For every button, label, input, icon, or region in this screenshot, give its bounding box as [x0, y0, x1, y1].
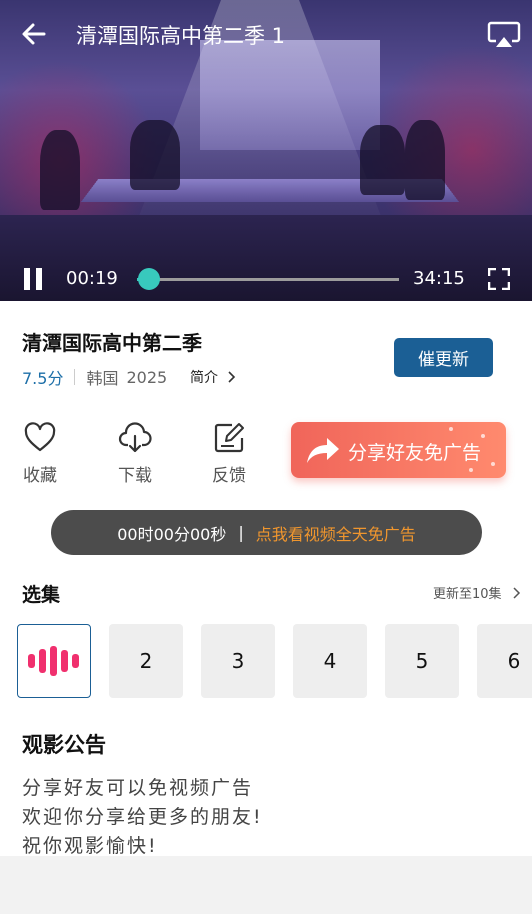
- episode-item[interactable]: 2: [109, 624, 183, 698]
- episode-item[interactable]: 5: [385, 624, 459, 698]
- chevron-right-icon: [228, 371, 236, 383]
- episode-item-active[interactable]: [17, 624, 91, 698]
- episode-item[interactable]: 6: [477, 624, 532, 698]
- decor-dot: [469, 468, 473, 472]
- scene-silhouette: [130, 120, 180, 190]
- ad-free-timer: 00时00分00秒: [117, 524, 227, 544]
- content-panel: 清潭国际高中第二季 7.5分 韩国 2025 简介 催更新 收藏 下载 反馈 分…: [0, 301, 532, 857]
- episode-list: 2 3 4 5 6: [17, 624, 532, 698]
- show-region: 韩国: [86, 369, 119, 388]
- progress-thumb[interactable]: [138, 268, 161, 290]
- show-meta: 7.5分 韩国 2025: [22, 365, 167, 389]
- update-status: 更新至10集: [433, 587, 502, 602]
- request-update-button[interactable]: 催更新: [394, 338, 493, 377]
- show-year: 2025: [126, 367, 168, 387]
- decor-dot: [481, 434, 485, 438]
- notice-title: 观影公告: [22, 733, 106, 757]
- notice-line: 欢迎你分享给更多的朋友!: [22, 806, 263, 828]
- episode-item[interactable]: 3: [201, 624, 275, 698]
- bottom-area: [0, 856, 532, 914]
- pause-icon[interactable]: [22, 267, 44, 291]
- scene-silhouette: [405, 120, 445, 200]
- notice-line: 分享好友可以免视频广告: [22, 777, 254, 799]
- share-label: 分享好友免广告: [348, 442, 482, 464]
- scene-silhouette: [360, 125, 405, 195]
- decor-dot: [449, 427, 453, 431]
- player-controls: 00:19 34:15: [0, 260, 532, 300]
- meta-divider: [74, 369, 76, 385]
- chevron-right-icon: [513, 587, 520, 599]
- episodes-section-title: 选集: [22, 584, 61, 606]
- ad-free-bar[interactable]: 00时00分00秒 | 点我看视频全天免广告: [51, 510, 482, 555]
- total-duration: 34:15: [413, 268, 465, 289]
- playing-bars-icon: [28, 646, 80, 676]
- decor-dot: [491, 462, 495, 466]
- favorite-label: 收藏: [23, 466, 57, 486]
- heart-icon: [24, 422, 56, 452]
- app-screen: 清潭国际高中第二季 1 00:19 34:15 清潭国际高中第二季 7.5分 韩…: [0, 0, 532, 914]
- episode-item[interactable]: 4: [293, 624, 367, 698]
- airplay-icon[interactable]: [487, 20, 521, 50]
- feedback-button[interactable]: 反馈: [197, 421, 257, 487]
- intro-label: 简介: [190, 370, 218, 386]
- favorite-button[interactable]: 收藏: [8, 421, 68, 487]
- video-player[interactable]: 清潭国际高中第二季 1 00:19 34:15: [0, 0, 532, 301]
- scene-silhouette: [40, 130, 80, 210]
- feedback-label: 反馈: [212, 466, 246, 486]
- fullscreen-icon[interactable]: [488, 268, 510, 290]
- progress-track[interactable]: [137, 278, 399, 281]
- player-topbar: 清潭国际高中第二季 1: [0, 0, 532, 70]
- download-label: 下载: [118, 466, 152, 486]
- current-time: 00:19: [66, 268, 118, 289]
- ad-bar-divider: |: [238, 523, 244, 542]
- cloud-download-icon: [118, 422, 152, 453]
- share-friends-button[interactable]: 分享好友免广告: [291, 422, 506, 478]
- rating-score: 7.5分: [22, 369, 64, 388]
- intro-link[interactable]: 简介: [190, 367, 236, 387]
- download-button[interactable]: 下载: [103, 421, 163, 487]
- show-title: 清潭国际高中第二季: [22, 331, 202, 355]
- back-arrow-icon[interactable]: [20, 20, 48, 48]
- share-arrow-icon: [307, 438, 339, 463]
- edit-icon: [214, 423, 244, 453]
- watch-ad-link[interactable]: 点我看视频全天免广告: [256, 521, 416, 545]
- notice-line: 祝你观影愉快!: [22, 835, 158, 857]
- episodes-update-link[interactable]: 更新至10集: [433, 583, 521, 602]
- player-title: 清潭国际高中第二季 1: [76, 24, 286, 48]
